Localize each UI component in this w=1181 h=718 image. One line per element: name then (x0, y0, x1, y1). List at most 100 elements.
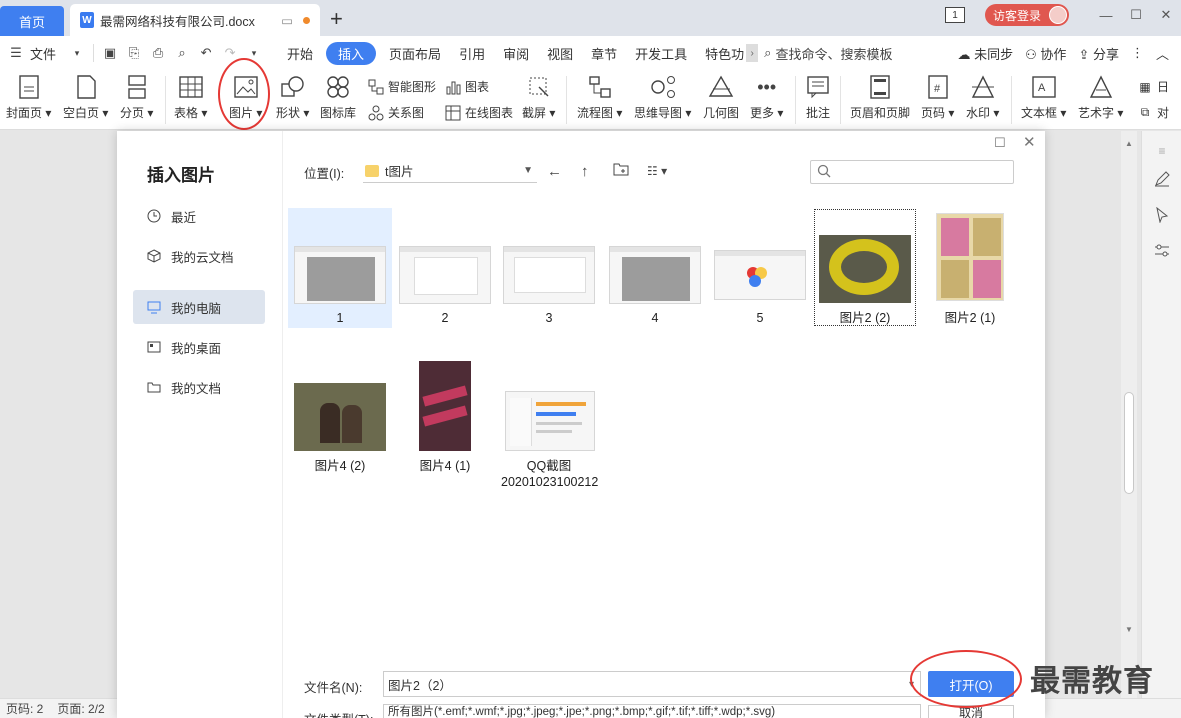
file-menu[interactable]: 文件 (28, 44, 65, 63)
smart-art-button[interactable]: 智能图形 (368, 78, 436, 95)
icon-library-button[interactable]: 图标库 (320, 74, 356, 121)
shape-button[interactable]: 形状 ▾ (276, 74, 309, 121)
scroll-down-icon[interactable]: ▼ (1125, 625, 1133, 634)
file-item-picture2-2[interactable]: 图片2 (2) (817, 217, 913, 327)
online-chart-button[interactable]: 在线图表 (445, 104, 513, 121)
screen-icon[interactable]: ▭ (281, 13, 293, 28)
view-mode-icon[interactable]: ☷ ▾ (647, 164, 667, 178)
file-item-4[interactable]: 4 (607, 244, 703, 328)
new-folder-icon[interactable] (613, 162, 629, 180)
file-item-picture4-1[interactable]: 图片4 (1) (397, 359, 493, 476)
chevron-down-icon[interactable]: ▾ (69, 45, 85, 61)
mindmap-button[interactable]: 思维导图 ▾ (634, 74, 691, 121)
menu-references[interactable]: 引用 (450, 44, 494, 63)
sidebar-item-documents[interactable]: 我的文档 (133, 370, 265, 404)
scroll-thumb[interactable] (1124, 392, 1134, 494)
dialog-close-icon[interactable]: ✕ (1023, 133, 1036, 151)
folder-icon (365, 164, 379, 177)
sidebar-item-cloud[interactable]: 我的云文档 (133, 239, 265, 273)
more-button[interactable]: ••• 更多 ▾ (750, 74, 783, 121)
print-preview-icon[interactable]: ⌕ (174, 45, 190, 61)
file-search-input[interactable] (810, 160, 1014, 184)
file-item-picture2-1[interactable]: 图片2 (1) (922, 211, 1018, 327)
menu-developer[interactable]: 开发工具 (626, 44, 696, 63)
settings-sliders-icon[interactable] (1154, 243, 1170, 259)
more-options-icon[interactable]: ⋮ (1131, 45, 1144, 61)
file-item-1[interactable]: 1 (292, 244, 388, 328)
chevron-right-icon[interactable]: › (746, 44, 759, 62)
file-item-5[interactable]: 5 (712, 244, 808, 328)
dialog-maximize-icon[interactable]: ☐ (994, 135, 1006, 151)
window-count-badge[interactable]: 1 (944, 7, 965, 23)
blank-page-button[interactable]: 空白页 ▾ (63, 74, 108, 121)
cover-page-button[interactable]: 封面页 ▾ (6, 74, 51, 121)
comment-button[interactable]: 批注 (805, 74, 831, 121)
collab-button[interactable]: ⚇ 协作 (1025, 44, 1066, 63)
file-item-picture4-2[interactable]: 图片4 (2) (292, 381, 388, 476)
watermark-button[interactable]: 水印 ▾ (966, 74, 999, 121)
more-label: 更多 (750, 106, 775, 120)
save-icon[interactable]: ▣ (102, 45, 118, 61)
sidebar-item-computer[interactable]: 我的电脑 (133, 290, 265, 324)
flowchart-button[interactable]: 流程图 ▾ (577, 74, 622, 121)
menu-features[interactable]: 特色功 (696, 44, 746, 63)
cursor-icon[interactable] (1154, 207, 1170, 223)
export-icon[interactable]: ⎘ (126, 45, 142, 61)
scroll-up-icon[interactable]: ▲ (1125, 139, 1133, 148)
tab-home[interactable]: 首页 (0, 6, 64, 36)
maximize-button[interactable]: ☐ (1121, 7, 1151, 23)
location-select[interactable]: t图片 ▼ (363, 159, 537, 183)
desktop-icon (147, 340, 161, 354)
date-button[interactable]: ▦ 日 (1137, 78, 1169, 95)
wordart-button[interactable]: 艺术字 ▾ (1078, 74, 1123, 121)
location-label: 位置(I): (304, 167, 345, 181)
file-item-3[interactable]: 3 (501, 244, 597, 328)
menu-view[interactable]: 视图 (538, 44, 582, 63)
filename-input[interactable]: 图片2（2） ▾ (383, 671, 921, 697)
sidebar-item-desktop[interactable]: 我的桌面 (133, 330, 265, 364)
filetype-select[interactable]: 所有图片(*.emf;*.wmf;*.jpg;*.jpeg;*.jpe;*.pn… (383, 704, 921, 718)
screenshot-button[interactable]: 截屏 ▾ (522, 74, 555, 121)
file-name: QQ截图 (526, 459, 572, 473)
geometry-button[interactable]: 几何图 (703, 74, 739, 121)
tab-document[interactable]: W 最需网络科技有限公司.docx ▭ (70, 4, 320, 36)
sync-status[interactable]: ☁ 未同步 (958, 44, 1014, 63)
file-item-2[interactable]: 2 (397, 244, 493, 328)
watermark-label: 水印 (966, 106, 991, 120)
pen-icon[interactable] (1154, 171, 1170, 187)
print-icon[interactable]: ⎙ (150, 45, 166, 61)
page-break-button[interactable]: 分页 ▾ (120, 74, 153, 121)
status-pages[interactable]: 页面: 2/2 (57, 700, 104, 717)
back-arrow-icon[interactable]: ← (547, 163, 562, 180)
filetype-value: 所有图片(*.emf;*.wmf;*.jpg;*.jpeg;*.jpe;*.pn… (388, 706, 776, 718)
guest-login-button[interactable]: 访客登录 (984, 4, 1069, 26)
relation-chart-button[interactable]: 关系图 (368, 104, 424, 121)
header-footer-button[interactable]: 页眉和页脚 (850, 74, 910, 121)
menu-insert[interactable]: 插入 (326, 41, 377, 65)
minimize-button[interactable]: — (1091, 8, 1121, 23)
file-thumbnail (294, 246, 386, 304)
page-number-button[interactable]: # 页码 ▾ (921, 74, 954, 121)
menu-review[interactable]: 审阅 (494, 44, 538, 63)
monitor-icon (147, 300, 161, 314)
sidebar-item-recent[interactable]: 最近 (133, 199, 265, 233)
share-button[interactable]: ⇪ 分享 (1078, 44, 1119, 63)
menu-layout[interactable]: 页面布局 (380, 44, 450, 63)
status-page[interactable]: 页码: 2 (6, 700, 43, 717)
new-tab-button[interactable]: + (330, 6, 343, 32)
hamburger-icon[interactable]: ☰ (8, 45, 24, 61)
menu-section[interactable]: 章节 (582, 44, 626, 63)
close-button[interactable]: ✕ (1151, 7, 1181, 23)
chart-button[interactable]: 图表 (445, 78, 489, 95)
sync-label: 未同步 (974, 46, 1014, 62)
up-arrow-icon[interactable]: ↑ (581, 163, 589, 180)
word-doc-icon: W (80, 12, 94, 28)
collapse-ribbon-icon[interactable]: ︿ (1156, 44, 1169, 63)
undo-icon[interactable]: ↶ (198, 45, 214, 61)
textbox-button[interactable]: A 文本框 ▾ (1021, 74, 1066, 121)
object-button[interactable]: ⧉ 对 (1137, 104, 1169, 121)
menu-home[interactable]: 开始 (278, 44, 322, 63)
command-search[interactable]: ⌕ 查找命令、搜索模板 (764, 44, 892, 63)
table-button[interactable]: 表格 ▾ (174, 74, 207, 121)
file-item-qq-screenshot[interactable]: QQ截图 20201023100212 (501, 389, 598, 493)
